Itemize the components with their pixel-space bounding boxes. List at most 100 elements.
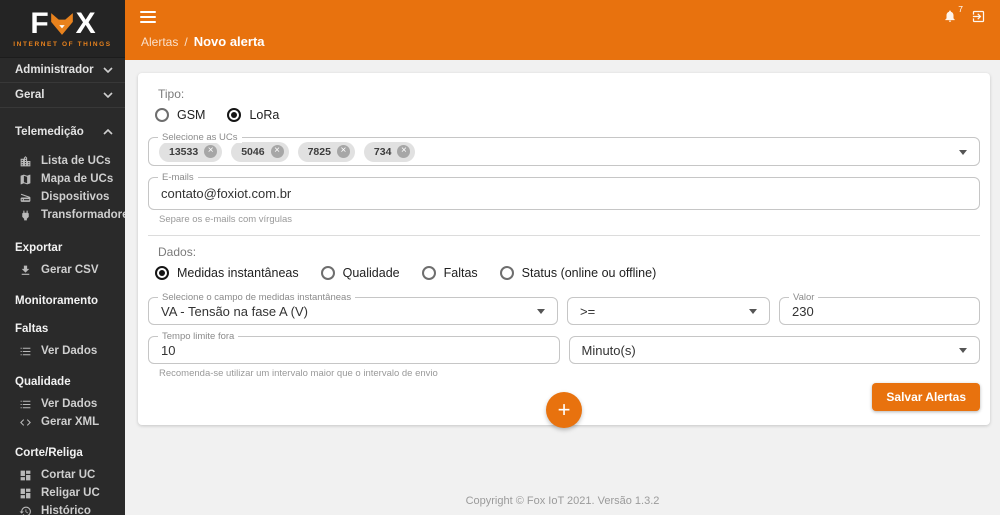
sidebar-item-label: Lista de UCs <box>41 155 111 167</box>
sidebar-item-gerar-xml[interactable]: Gerar XML <box>0 413 125 431</box>
dropdown-caret-icon <box>537 309 545 314</box>
sidebar-item-label: Mapa de UCs <box>41 173 114 185</box>
sidebar-item-label: Ver Dados <box>41 345 98 357</box>
dropdown-caret-icon <box>959 149 967 155</box>
radio-medidas-instantaneas[interactable]: Medidas instantâneas <box>155 266 299 280</box>
sidebar-item-qualidade-ver-dados[interactable]: Ver Dados <box>0 395 125 413</box>
campo-select[interactable]: Selecione o campo de medidas instantânea… <box>148 292 558 325</box>
chip-remove-icon[interactable]: × <box>397 145 411 158</box>
radio-label: Medidas instantâneas <box>177 266 299 280</box>
sidebar-item-faltas-ver-dados[interactable]: Ver Dados <box>0 342 125 360</box>
sidebar-item-label: Gerar XML <box>41 416 100 428</box>
radio-faltas[interactable]: Faltas <box>421 266 478 280</box>
ucs-multiselect[interactable]: Selecione as UCs 13533 × 5046 × 7825 × 7… <box>148 132 980 166</box>
emails-helper-text: Separe os e-mails com vírgulas <box>159 214 293 225</box>
chip-remove-icon[interactable]: × <box>270 145 284 158</box>
sidebar-item-administrador[interactable]: Administrador <box>0 58 125 83</box>
unidade-select[interactable]: Minuto(s) <box>568 336 980 364</box>
main-content: Tipo: GSM LoRa Selecione as UCs 13533 × <box>125 60 1000 515</box>
sidebar-item-mapa-de-ucs[interactable]: Mapa de UCs <box>0 170 125 188</box>
unidade-select-value: Minuto(s) <box>581 342 636 358</box>
add-alert-button[interactable]: + <box>546 392 582 428</box>
save-alerts-button[interactable]: Salvar Alertas <box>872 383 980 411</box>
brand-logo[interactable]: F X INTERNET OF THINGS <box>0 0 125 58</box>
valor-field-wrap: Valor <box>779 292 980 325</box>
sidebar-item-geral[interactable]: Geral <box>0 83 125 108</box>
chip-remove-icon[interactable]: × <box>336 145 350 158</box>
sidebar-item-label: Ver Dados <box>41 398 98 410</box>
sidebar-item-label: Histórico <box>41 505 91 515</box>
radio-label: LoRa <box>249 108 280 122</box>
sidebar-item-label: Transformadores <box>41 209 125 221</box>
footer-copyright: Copyright © Fox IoT 2021. Versão 1.3.2 <box>465 495 660 507</box>
tempo-field-label: Tempo limite fora <box>158 331 239 342</box>
sidebar-item-transformadores[interactable]: Transformadores <box>0 206 125 224</box>
history-icon <box>19 505 32 515</box>
radio-gsm[interactable]: GSM <box>155 108 205 122</box>
fox-icon <box>49 11 75 37</box>
radio-label: Faltas <box>443 266 478 280</box>
radio-circle <box>155 266 169 280</box>
sidebar-item-label: Cortar UC <box>41 469 96 481</box>
tempo-field-wrap: Tempo limite fora <box>148 331 560 364</box>
map-icon <box>19 173 32 186</box>
hamburger-menu-icon[interactable] <box>140 10 156 23</box>
code-icon <box>19 416 32 429</box>
sidebar-section-corte-religa: Corte/Religa <box>15 447 83 459</box>
uc-chip: 734 × <box>363 141 416 162</box>
uc-chip-value: 5046 <box>241 145 265 158</box>
radio-circle <box>499 266 514 280</box>
dropdown-caret-icon <box>959 348 967 353</box>
radio-circle <box>421 266 436 280</box>
radio-label: Qualidade <box>342 266 400 280</box>
sidebar-item-gerar-csv[interactable]: Gerar CSV <box>0 261 125 279</box>
dashboard-icon <box>19 469 32 482</box>
emails-input[interactable] <box>149 178 979 209</box>
operador-select-value: >= <box>580 303 596 319</box>
sidebar-section-monitoramento: Monitoramento <box>15 295 99 307</box>
plug-icon <box>19 209 32 222</box>
uc-chip-value: 734 <box>373 145 392 158</box>
uc-chip-value: 7825 <box>307 145 331 158</box>
chip-remove-icon[interactable]: × <box>204 145 218 158</box>
logo-letter-x: X <box>75 7 96 40</box>
breadcrumb-alertas[interactable]: Alertas <box>141 35 178 49</box>
radio-circle <box>227 108 242 122</box>
sidebar: F X INTERNET OF THINGS Administrador Ger… <box>0 0 125 515</box>
notification-count-badge: 7 <box>958 4 963 14</box>
valor-field-label: Valor <box>789 292 819 303</box>
logout-icon[interactable] <box>971 9 986 24</box>
sidebar-item-religar-uc[interactable]: Religar UC <box>0 484 125 502</box>
tipo-label: Tipo: <box>158 87 185 101</box>
top-header: 7 Alertas / Novo alerta <box>125 0 1000 60</box>
sidebar-section-exportar: Exportar <box>15 242 63 254</box>
sidebar-item-cortar-uc[interactable]: Cortar UC <box>0 466 125 484</box>
download-icon <box>19 264 32 277</box>
operador-select[interactable]: >= <box>567 297 770 325</box>
tipo-radio-group: GSM LoRa <box>155 108 980 122</box>
radio-status[interactable]: Status (online ou offline) <box>499 266 657 280</box>
sidebar-item-historico[interactable]: Histórico <box>0 502 125 515</box>
sidebar-item-dispositivos[interactable]: Dispositivos <box>0 188 125 206</box>
breadcrumb-separator: / <box>184 35 188 49</box>
radio-lora[interactable]: LoRa <box>227 108 279 122</box>
time-limit-row: Tempo limite fora Minuto(s) <box>148 331 980 364</box>
tempo-helper-text: Recomenda-se utilizar um intervalo maior… <box>159 368 438 379</box>
logo-letter-f: F <box>30 7 48 40</box>
radio-label: Status (online ou offline) <box>521 266 657 280</box>
list-icon <box>19 398 32 411</box>
section-divider <box>148 235 980 236</box>
sidebar-item-lista-de-ucs[interactable]: Lista de UCs <box>0 152 125 170</box>
sidebar-toggle-label: Administrador <box>15 64 94 76</box>
chevron-down-icon <box>103 67 113 73</box>
breadcrumb: Alertas / Novo alerta <box>125 24 1000 49</box>
sidebar-item-telemedicao[interactable]: Telemedição <box>0 118 125 146</box>
city-icon <box>19 155 32 168</box>
sidebar-section-faltas: Faltas <box>15 323 49 335</box>
emails-field-wrap: E-mails <box>148 172 980 210</box>
radio-qualidade[interactable]: Qualidade <box>320 266 400 280</box>
notifications-bell-icon[interactable]: 7 <box>943 4 963 23</box>
chevron-up-icon <box>103 129 113 135</box>
uc-chip: 7825 × <box>297 141 355 162</box>
sidebar-toggle-label: Geral <box>15 89 45 101</box>
